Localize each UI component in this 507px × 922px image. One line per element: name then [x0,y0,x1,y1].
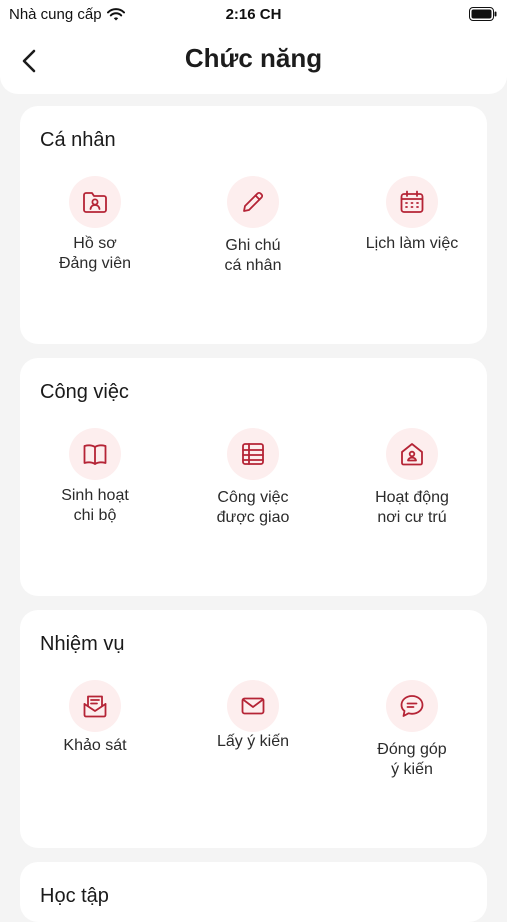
item-icon-bg [69,680,121,732]
item-label: Hoạt động nơi cư trú [375,489,449,526]
item-ho-so-dang-vien[interactable]: Hồ sơ Đảng viên [20,176,170,274]
item-icon-bg [69,428,121,480]
item-label: Hồ sơ Đảng viên [58,235,132,272]
item-ghi-chu-ca-nhan[interactable]: Ghi chú cá nhân [178,176,328,276]
home-user-icon [401,443,423,466]
section-hoc-tap: Học tập [20,862,487,922]
item-label: Lấy ý kiến [216,733,290,750]
battery-icon [469,7,497,21]
item-icon-bg [227,176,279,228]
chat-icon [400,695,424,717]
status-bar: Nhà cung cấp 2:16 CH [0,0,507,30]
item-label: Đóng góp ý kiến [377,741,447,778]
item-icon-bg [386,428,438,480]
folder-user-icon [83,192,107,213]
item-icon-bg [69,176,121,228]
book-icon [83,444,107,465]
item-sinh-hoat-chi-bo[interactable]: Sinh hoạt chi bộ [20,428,170,526]
item-hoat-dong-noi-cu-tru[interactable]: Hoạt động nơi cư trú [337,428,487,528]
item-icon-bg [227,680,279,732]
section-nhiem-vu: Nhiệm vụ Khảo sát Lấy ý kiến Đóng góp ý … [20,610,487,848]
envelope-icon [241,697,265,715]
calendar-icon [400,190,424,213]
item-icon-bg [386,176,438,228]
item-khao-sat[interactable]: Khảo sát [20,680,170,756]
nav-header: Chức năng [0,30,507,94]
status-time: 2:16 CH [225,6,282,23]
item-icon-bg [386,680,438,732]
mail-open-icon [83,695,107,718]
section-cong-viec: Công việc Sinh hoạt chi bộ Công việc đượ… [20,358,487,596]
item-cong-viec-duoc-giao[interactable]: Công việc được giao [178,428,328,528]
section-title: Học tập [40,885,109,907]
table-icon [242,443,264,465]
item-dong-gop-y-kien[interactable]: Đóng góp ý kiến [337,680,487,780]
section-ca-nhan: Cá nhân Hồ sơ Đảng viên Ghi chú cá nhân [20,106,487,344]
item-lich-lam-viec[interactable]: Lịch làm việc [337,176,487,254]
section-title: Cá nhân [40,129,116,151]
item-label: Khảo sát [63,737,127,754]
item-label: Sinh hoạt chi bộ [61,487,129,524]
pencil-icon [243,191,264,212]
item-label: Lịch làm việc [365,235,459,252]
section-title: Nhiệm vụ [40,633,125,655]
section-title: Công việc [40,381,129,403]
page-title: Chức năng [184,43,323,73]
item-label: Công việc được giao [216,489,290,526]
item-lay-y-kien[interactable]: Lấy ý kiến [178,680,328,752]
item-label: Ghi chú cá nhân [224,237,282,274]
item-icon-bg [227,428,279,480]
